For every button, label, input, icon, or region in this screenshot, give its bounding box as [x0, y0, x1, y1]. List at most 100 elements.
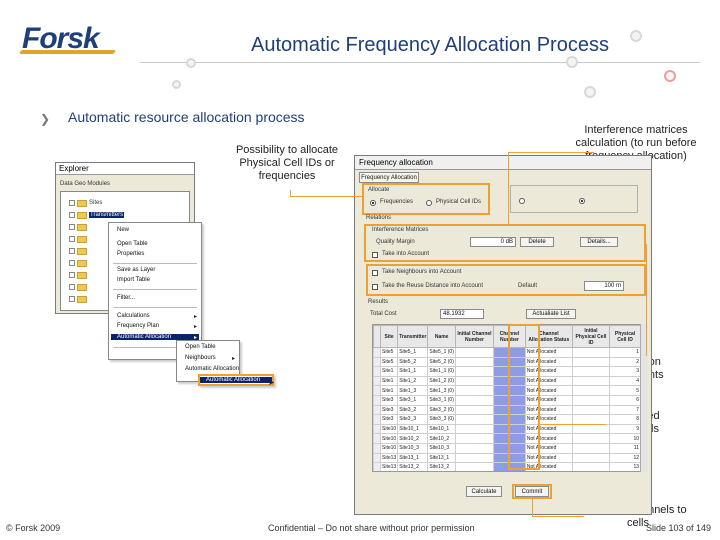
- menu-item-save-layer[interactable]: Save as Layer: [117, 267, 155, 273]
- table-cell: Site10_1: [427, 423, 456, 435]
- col-initial-channel[interactable]: Initial Channel Number: [454, 325, 495, 348]
- table-cell: [571, 462, 611, 471]
- take-neighbours-checkbox[interactable]: [372, 270, 378, 276]
- table-cell: Site3: [379, 404, 399, 416]
- menu-item-open-table[interactable]: Open Table: [117, 241, 148, 247]
- results-grid: Site Transmitter Name Initial Channel Nu…: [373, 325, 641, 471]
- table-row[interactable]: Site1 Site1_3 Site1_3 (0) Not Allocated 5: [373, 385, 641, 396]
- table-cell: Site3_2 (0): [427, 404, 456, 416]
- menu-item-filter[interactable]: Filter...: [117, 295, 135, 301]
- submenu-item-open-table[interactable]: Open Table: [185, 344, 216, 350]
- take-into-account-label: Take into Account: [382, 251, 430, 257]
- menu-item-calculations[interactable]: Calculations: [117, 313, 150, 319]
- quality-margin-field[interactable]: 0 dB: [470, 237, 516, 247]
- connector-line: [532, 499, 533, 517]
- tree-item-transmitters[interactable]: Transmitters: [69, 210, 125, 220]
- take-distance-checkbox[interactable]: [372, 284, 378, 290]
- table-cell: Site10_2: [427, 433, 456, 444]
- table-row[interactable]: Site1 Site1_1 Site1_1 (0) Not Allocated 3: [373, 366, 641, 377]
- footer-copyright: © Forsk 2009: [6, 523, 61, 533]
- tree-item[interactable]: [69, 234, 87, 244]
- radio-option[interactable]: [519, 198, 525, 204]
- table-cell: [571, 356, 611, 368]
- default-label: Default: [518, 283, 538, 289]
- submenu-automatic-allocation[interactable]: Automatic Allocation: [198, 374, 274, 386]
- decor-circle-icon: [172, 80, 181, 89]
- total-cost-field: 48.1932: [440, 309, 484, 319]
- tree-item[interactable]: [69, 222, 87, 232]
- table-cell: Site1: [379, 366, 399, 377]
- explorer-title: Explorer: [56, 163, 194, 175]
- save-list-button[interactable]: Actualiate List: [526, 309, 576, 319]
- table-row[interactable]: Site5 Site5_1 Site5_1 (0) Not Allocated 1: [373, 347, 641, 358]
- table-row[interactable]: Site3 Site3_1 Site3_1 (0) Not Allocated 6: [373, 394, 641, 406]
- table-row[interactable]: Site10 Site10_2 Site10_2 Not Allocated 10: [373, 433, 641, 444]
- commit-button[interactable]: Commit: [515, 486, 549, 497]
- table-cell: Site5: [379, 356, 399, 368]
- connector-line: [508, 152, 509, 224]
- menu-separator: [113, 307, 197, 308]
- delete-button[interactable]: Delete: [520, 237, 554, 247]
- col-transmitter[interactable]: Transmitter: [397, 325, 429, 348]
- allocate-label: Allocate: [368, 187, 390, 193]
- chevron-right-icon: ▸: [193, 314, 197, 320]
- table-cell: 3: [609, 366, 641, 377]
- table-cell: [571, 423, 611, 435]
- tree-item[interactable]: [69, 294, 87, 304]
- menu-item-import-table[interactable]: Import Table: [117, 277, 150, 283]
- default-distance-field[interactable]: 100 m: [584, 281, 624, 291]
- radio-frequencies[interactable]: [370, 200, 376, 206]
- submenu-item-neighbours[interactable]: Neighbours: [185, 355, 216, 361]
- tree-item[interactable]: [69, 258, 87, 268]
- table-row[interactable]: Site13 Site13_1 Site13_1 Not Allocated 12: [373, 452, 641, 464]
- tree-item[interactable]: [69, 246, 87, 256]
- table-cell: [454, 423, 495, 435]
- table-cell: Site10: [379, 442, 399, 454]
- calculate-button[interactable]: Calculate: [466, 486, 502, 497]
- table-cell: 9: [609, 423, 641, 435]
- dialog-title: Frequency allocation: [355, 156, 651, 170]
- table-cell: [454, 375, 495, 387]
- table-cell: [454, 442, 495, 454]
- table-row[interactable]: Site3 Site3_3 Site3_3 (0) Not Allocated 8: [373, 414, 641, 425]
- table-row[interactable]: Site5 Site5_2 Site5_2 (0) Not Allocated 2: [373, 356, 641, 368]
- col-pci[interactable]: Physical Cell ID: [609, 325, 641, 348]
- menu-item-new[interactable]: New: [117, 227, 129, 233]
- tree-item[interactable]: [69, 270, 87, 280]
- decor-circle-icon: [566, 56, 578, 68]
- connector-line: [290, 190, 291, 197]
- table-row[interactable]: Site13 Site13_2 Site13_2 Not Allocated 13: [373, 462, 641, 471]
- table-cell: Site10: [379, 423, 399, 435]
- allocate-group: Allocate Frequencies Physical Cell IDs: [362, 183, 490, 215]
- explorer-toolbar[interactable]: Data Geo Modules: [60, 181, 110, 187]
- table-cell: [454, 347, 495, 358]
- slide-title: Automatic Frequency Allocation Process: [251, 34, 609, 56]
- table-cell: [571, 347, 611, 358]
- table-cell: Site1_3 (0): [427, 385, 456, 396]
- take-into-account-checkbox[interactable]: [372, 252, 378, 258]
- decor-circle-icon: [186, 58, 196, 68]
- table-cell: [571, 452, 611, 464]
- decor-circle-icon: [664, 70, 676, 82]
- col-site[interactable]: Site: [379, 325, 399, 348]
- radio-option[interactable]: [579, 198, 585, 204]
- radio-physical-cell-ids[interactable]: [426, 200, 432, 206]
- table-row[interactable]: Site10 Site10_3 Site10_3 Not Allocated 11: [373, 442, 641, 454]
- table-row[interactable]: Site10 Site10_1 Site10_1 Not Allocated 9: [373, 423, 641, 435]
- decor-circle-icon: [630, 30, 642, 42]
- tab-frequency-allocation[interactable]: Frequency Allocation: [359, 172, 419, 183]
- tree-item-sites[interactable]: Sites: [69, 198, 102, 208]
- table-row[interactable]: Site1 Site1_2 Site1_2 (0) Not Allocated 4: [373, 375, 641, 387]
- table-row[interactable]: Site3 Site3_2 Site3_2 (0) Not Allocated 7: [373, 404, 641, 416]
- menu-item-properties[interactable]: Properties: [117, 251, 144, 257]
- submenu-item[interactable]: Automatic Allocation: [185, 366, 239, 372]
- col-name[interactable]: Name: [427, 325, 456, 348]
- menu-item-frequency-plan[interactable]: Frequency Plan: [117, 323, 159, 329]
- folder-icon: [77, 199, 87, 207]
- note-possibility: Possibility to allocate Physical Cell ID…: [235, 144, 339, 182]
- table-cell: [571, 394, 611, 406]
- table-cell: 12: [609, 452, 641, 464]
- details-button[interactable]: Details...: [580, 237, 618, 247]
- tree-item[interactable]: [69, 282, 87, 292]
- col-initial-pci[interactable]: Initial Physical Cell ID: [571, 325, 611, 348]
